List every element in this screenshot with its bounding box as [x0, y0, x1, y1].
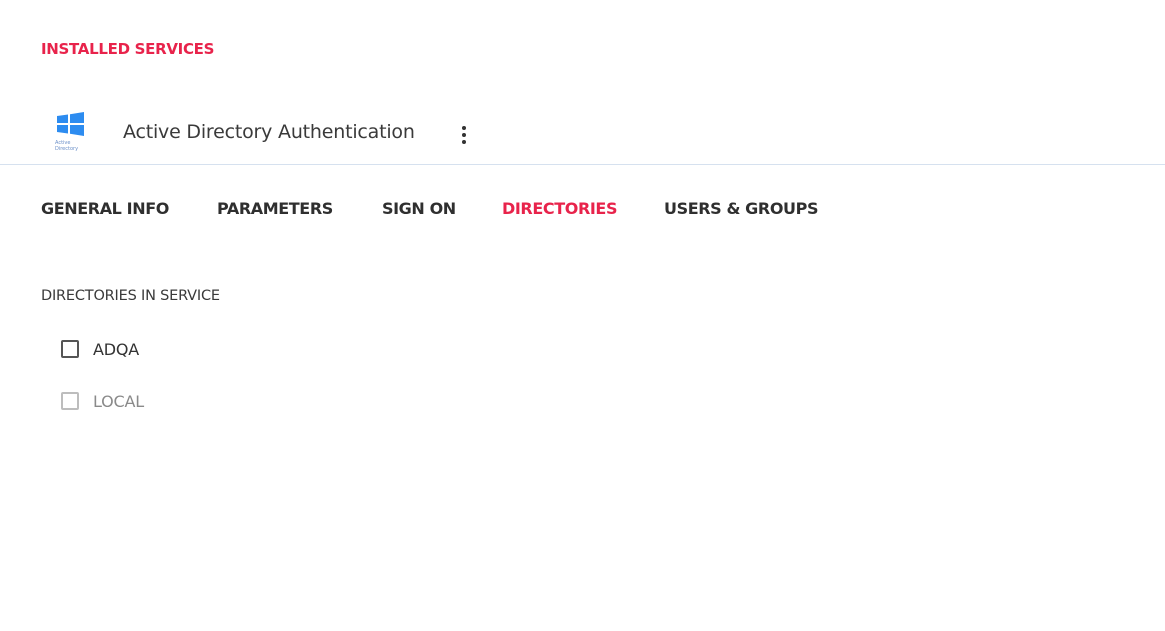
directory-name: ADQA	[93, 339, 140, 359]
tab-sign-on[interactable]: SIGN ON	[382, 199, 456, 218]
more-vertical-icon[interactable]	[456, 122, 472, 148]
directory-item-local[interactable]: LOCAL	[61, 390, 144, 412]
service-name: Active Directory Authentication	[123, 121, 415, 143]
directory-item-adqa[interactable]: ADQA	[61, 338, 139, 360]
directory-name: LOCAL	[93, 391, 144, 411]
windows-active-directory-icon: Active Directory	[55, 112, 89, 156]
service-header: Active Directory Active Directory Authen…	[0, 110, 1165, 165]
directory-checkbox[interactable]	[61, 392, 79, 410]
logo-caption: Active Directory	[55, 140, 79, 152]
tab-directories[interactable]: DIRECTORIES	[502, 199, 617, 218]
directories-section-label: DIRECTORIES IN SERVICE	[41, 288, 220, 304]
tab-parameters[interactable]: PARAMETERS	[217, 199, 333, 218]
directory-checkbox[interactable]	[61, 340, 79, 358]
tab-users-groups[interactable]: USERS & GROUPS	[664, 199, 818, 218]
section-title: INSTALLED SERVICES	[41, 40, 215, 58]
tab-general-info[interactable]: GENERAL INFO	[41, 199, 169, 218]
